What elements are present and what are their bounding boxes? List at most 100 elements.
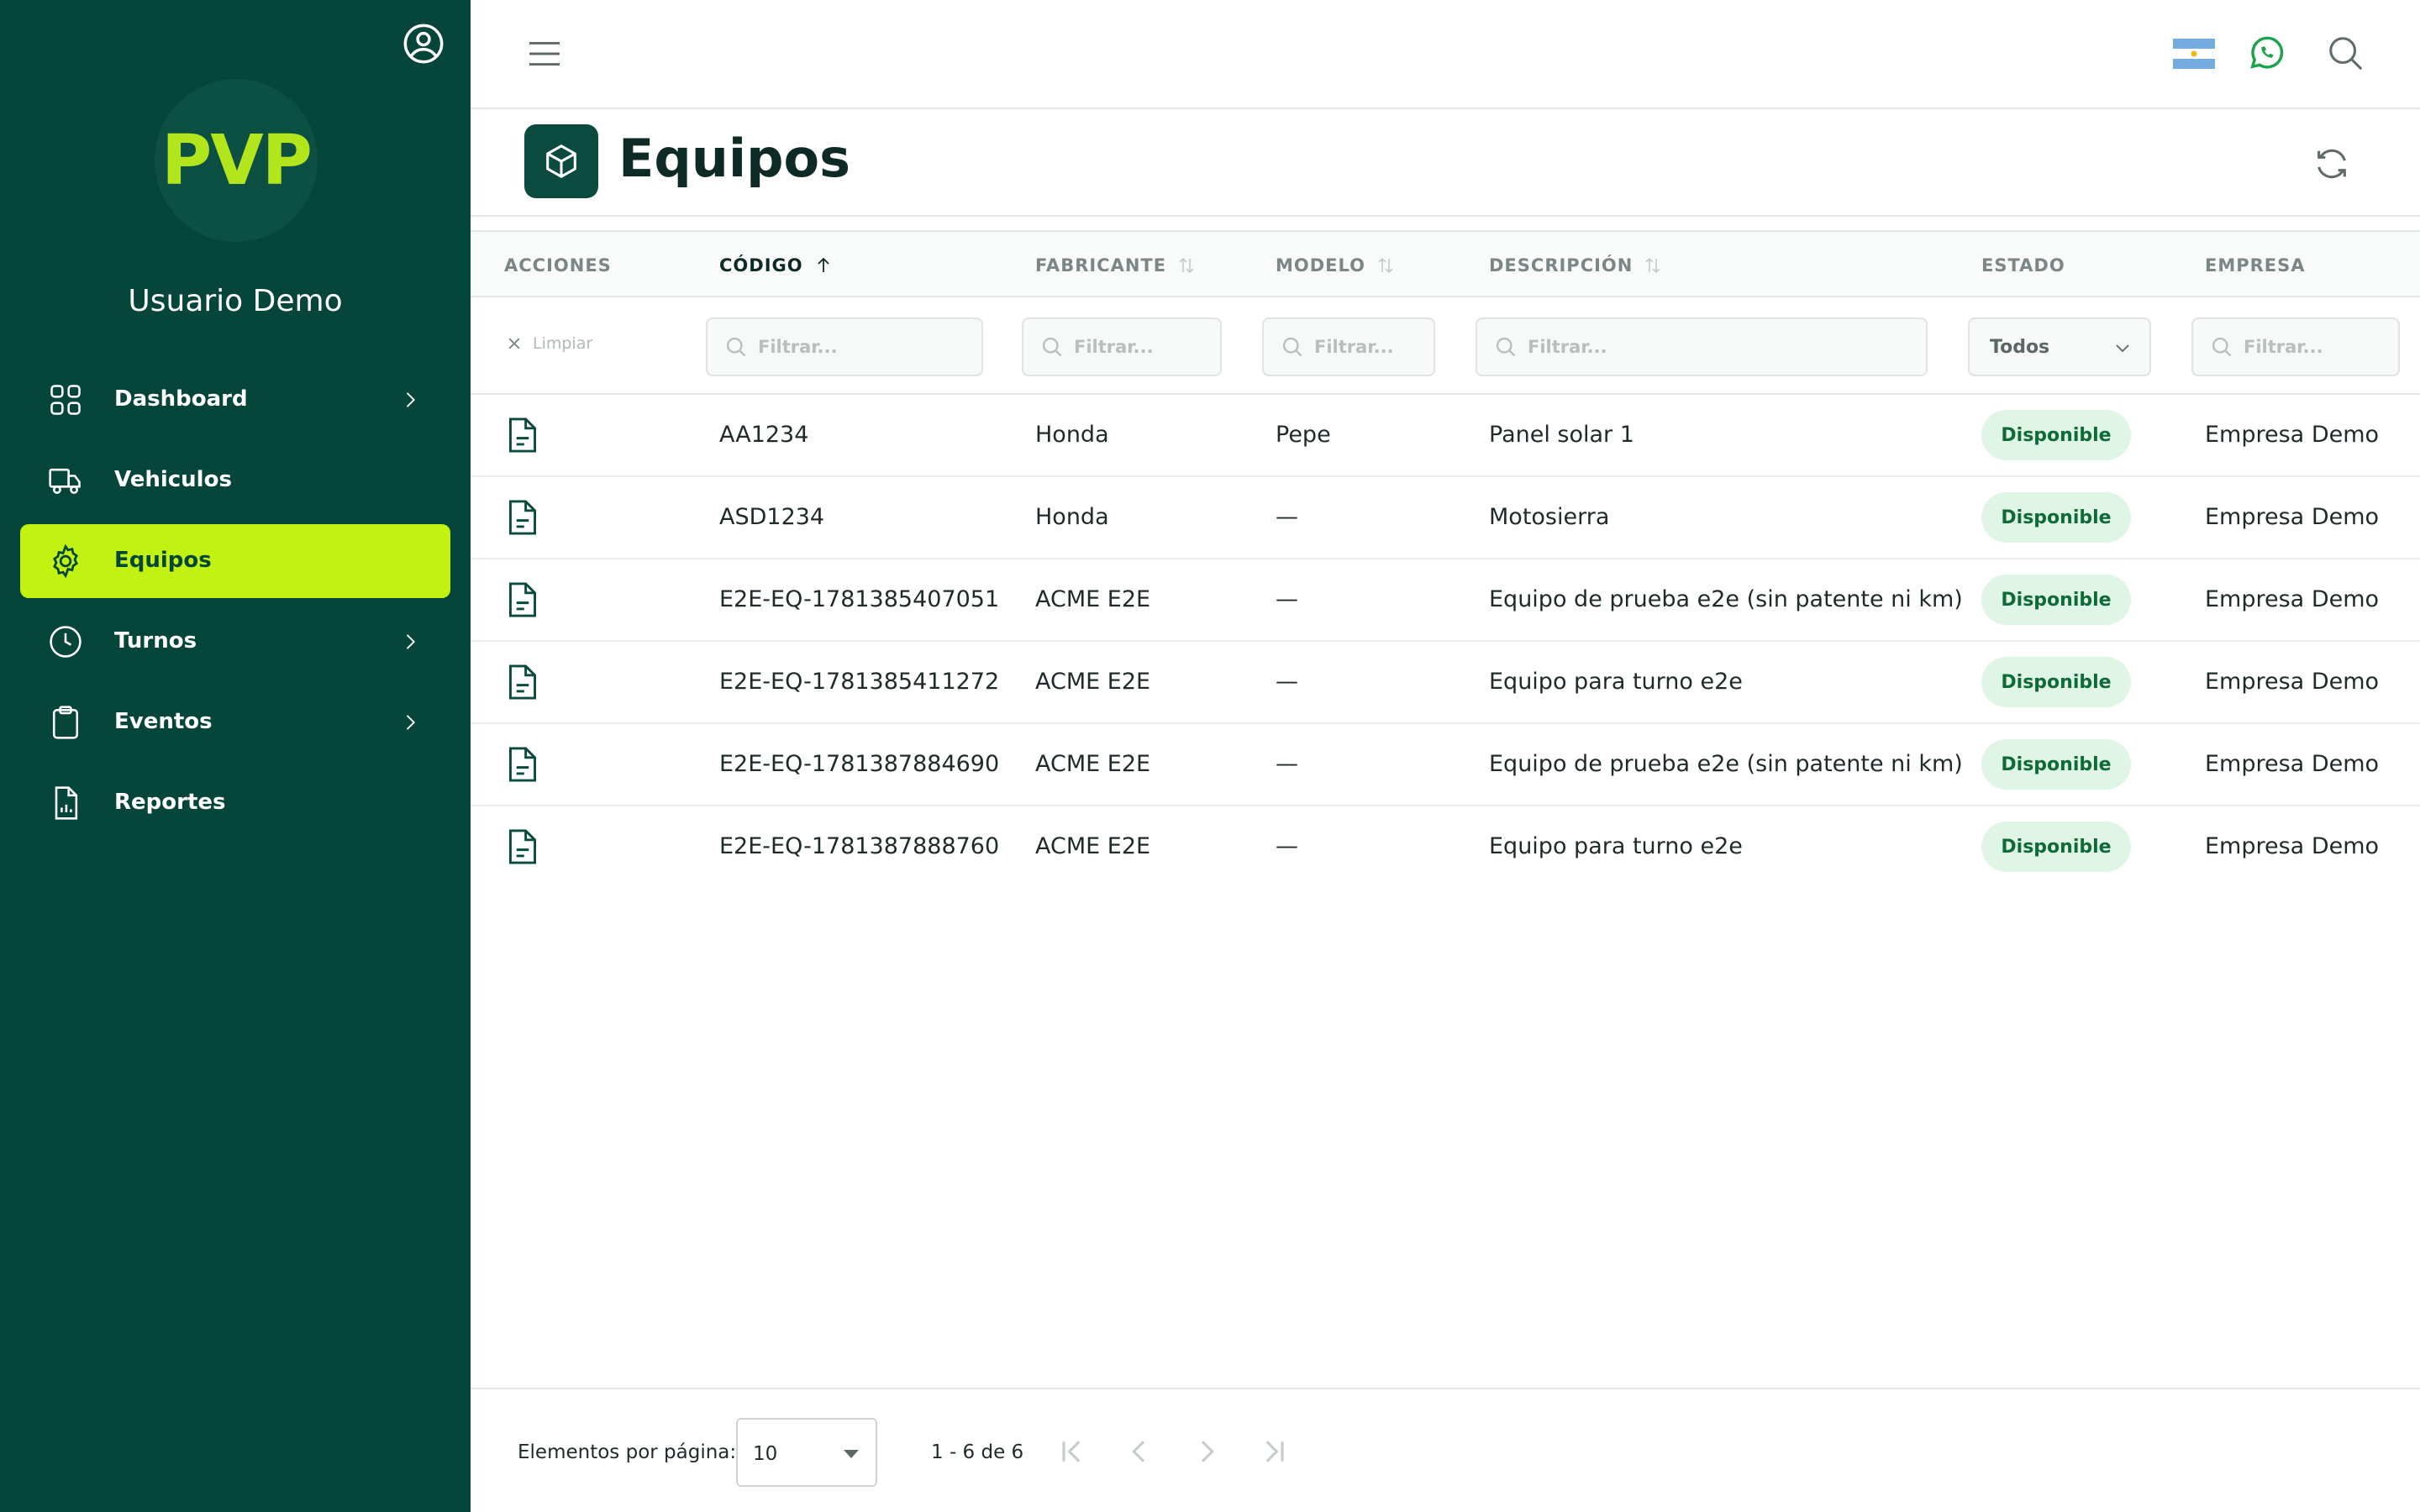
filter-placeholder: Filtrar...: [1314, 337, 1394, 357]
hamburger-menu-icon[interactable]: [526, 39, 563, 69]
close-icon: [508, 338, 520, 349]
sidebar-item-label: Eventos: [114, 709, 213, 734]
account-circle-icon[interactable]: [402, 22, 445, 66]
chevron-right-icon: [406, 392, 415, 407]
cell-descripcion: Motosierra: [1489, 504, 1610, 530]
cell-modelo: —: [1276, 669, 1298, 695]
view-detail-icon[interactable]: [506, 828, 539, 865]
sidebar-item-label: Equipos: [114, 548, 212, 573]
cell-descripcion: Equipo para turno e2e: [1489, 669, 1743, 695]
clock-icon: [50, 626, 82, 658]
truck-icon: [49, 468, 81, 494]
cell-codigo: E2E-EQ-1781387888760: [719, 833, 1000, 859]
sidebar-item-label: Reportes: [114, 790, 226, 815]
clear-filters-button[interactable]: Limpiar: [506, 334, 592, 353]
status-badge: Disponible: [1981, 492, 2131, 543]
table-row: E2E-EQ-1781385411272 ACME E2E — Equipo p…: [471, 642, 2420, 724]
table-row: E2E-EQ-1781387884690 ACME E2E — Equipo d…: [471, 724, 2420, 806]
column-header-descripcion[interactable]: DESCRIPCIÓN: [1489, 255, 1663, 276]
cell-fabricante: ACME E2E: [1035, 833, 1151, 859]
sidebar-item-label: Vehiculos: [114, 467, 232, 492]
column-header-codigo[interactable]: CÓDIGO: [719, 255, 834, 276]
page-header: Equipos: [471, 109, 2420, 217]
view-detail-icon[interactable]: [506, 417, 539, 454]
cell-descripcion: Equipo para turno e2e: [1489, 833, 1743, 859]
status-badge: Disponible: [1981, 410, 2131, 460]
last-page-icon[interactable]: [1257, 1435, 1291, 1468]
sort-ascending-icon: [817, 257, 829, 272]
per-page-select[interactable]: 10: [736, 1418, 877, 1487]
search-icon: [1496, 337, 1516, 357]
cell-codigo: AA1234: [719, 422, 809, 448]
chevron-right-icon: [406, 715, 415, 730]
filter-estado-select[interactable]: Todos: [1968, 318, 2151, 376]
brand-logo-text: PVP: [161, 120, 313, 201]
filter-empresa-input[interactable]: Filtrar...: [2191, 318, 2400, 376]
cell-descripcion: Equipo de prueba e2e (sin patente ni km): [1489, 586, 1963, 612]
status-badge: Disponible: [1981, 575, 2131, 625]
sidebar-item-equipos[interactable]: Equipos: [20, 524, 450, 598]
sidebar-item-dashboard[interactable]: Dashboard: [20, 363, 450, 437]
next-page-icon[interactable]: [1190, 1435, 1223, 1468]
cell-modelo: Pepe: [1276, 422, 1331, 448]
cell-modelo: —: [1276, 751, 1298, 777]
filter-codigo-input[interactable]: Filtrar...: [706, 318, 983, 376]
filter-descripcion-input[interactable]: Filtrar...: [1476, 318, 1928, 376]
cell-empresa: Empresa Demo: [2205, 751, 2380, 777]
cell-empresa: Empresa Demo: [2205, 504, 2380, 530]
sidebar-item-turnos[interactable]: Turnos: [20, 605, 450, 679]
page-range-label: 1 - 6 de 6: [931, 1441, 1024, 1463]
search-icon: [2212, 337, 2232, 357]
cell-descripcion: Panel solar 1: [1489, 422, 1634, 448]
status-badge: Disponible: [1981, 657, 2131, 707]
search-icon[interactable]: [2326, 34, 2365, 72]
cell-codigo: E2E-EQ-1781387884690: [719, 751, 1000, 777]
sidebar-nav: Dashboard Vehiculos Equipos Turnos Event…: [20, 363, 450, 847]
cell-fabricante: ACME E2E: [1035, 586, 1151, 612]
sidebar-item-reportes[interactable]: Reportes: [20, 766, 450, 840]
previous-page-icon[interactable]: [1123, 1435, 1156, 1468]
paginator: Elementos por página: 10 1 - 6 de 6: [471, 1388, 2420, 1512]
view-detail-icon[interactable]: [506, 499, 539, 536]
view-detail-icon[interactable]: [506, 746, 539, 783]
view-detail-icon[interactable]: [506, 581, 539, 618]
filter-row: Limpiar Filtrar... Filtrar... Filtrar...…: [471, 297, 2420, 395]
cell-modelo: —: [1276, 833, 1298, 859]
column-header-modelo[interactable]: MODELO: [1276, 255, 1396, 276]
filter-fabricante-input[interactable]: Filtrar...: [1022, 318, 1222, 376]
column-header-fabricante[interactable]: FABRICANTE: [1035, 255, 1197, 276]
whatsapp-icon[interactable]: [2247, 34, 2286, 72]
filter-placeholder: Filtrar...: [1528, 337, 1607, 357]
per-page-value: 10: [753, 1443, 778, 1465]
sort-icon: [1179, 257, 1194, 274]
sidebar: PVP Usuario Demo Dashboard Vehiculos Equ…: [0, 0, 471, 1512]
filter-placeholder: Filtrar...: [1074, 337, 1154, 357]
table-row: E2E-EQ-1781387888760 ACME E2E — Equipo p…: [471, 806, 2420, 889]
filter-placeholder: Filtrar...: [2244, 337, 2323, 357]
dropdown-arrow-icon: [844, 1450, 859, 1458]
cell-empresa: Empresa Demo: [2205, 422, 2380, 448]
column-header-empresa: EMPRESA: [2205, 255, 2306, 276]
report-icon: [55, 786, 78, 820]
sidebar-item-vehiculos[interactable]: Vehiculos: [20, 444, 450, 517]
top-bar: [471, 0, 2420, 109]
grid-icon: [50, 385, 81, 415]
cell-codigo: E2E-EQ-1781385411272: [719, 669, 1000, 695]
filter-estado-value: Todos: [1990, 336, 2050, 358]
gear-icon: [53, 543, 78, 579]
cell-empresa: Empresa Demo: [2205, 669, 2380, 695]
table-body: AA1234 Honda Pepe Panel solar 1 Disponib…: [471, 395, 2420, 889]
filter-modelo-input[interactable]: Filtrar...: [1262, 318, 1435, 376]
chevron-right-icon: [406, 634, 415, 649]
search-icon: [1282, 337, 1302, 357]
page-title: Equipos: [618, 128, 851, 189]
argentina-flag-icon[interactable]: [2173, 39, 2215, 69]
first-page-icon[interactable]: [1055, 1435, 1089, 1468]
refresh-icon[interactable]: [2312, 144, 2351, 183]
per-page-label: Elementos por página:: [518, 1441, 737, 1463]
cell-modelo: —: [1276, 586, 1298, 612]
view-detail-icon[interactable]: [506, 664, 539, 701]
table-row: AA1234 Honda Pepe Panel solar 1 Disponib…: [471, 395, 2420, 477]
sidebar-item-eventos[interactable]: Eventos: [20, 685, 450, 759]
cell-modelo: —: [1276, 504, 1298, 530]
